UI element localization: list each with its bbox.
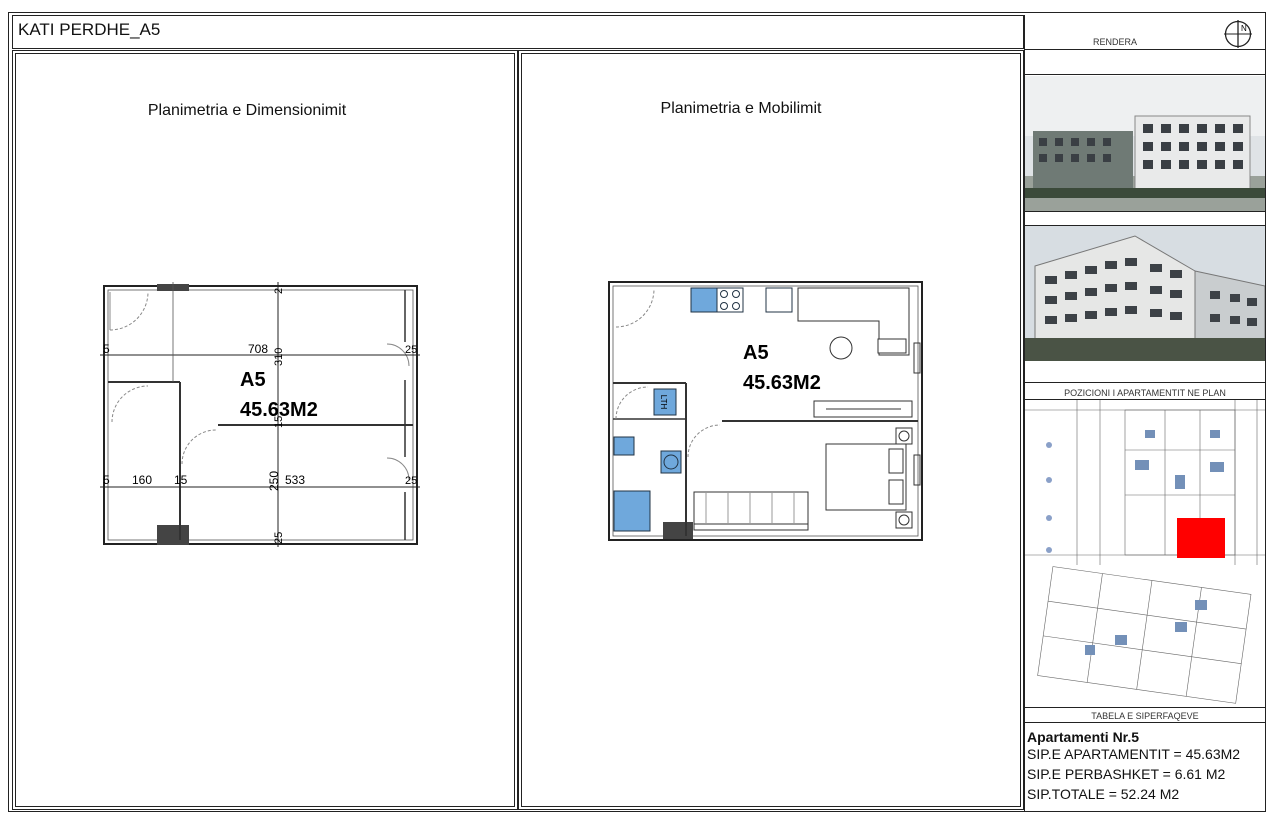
dim-label: 2	[273, 288, 285, 294]
oven	[765, 287, 793, 313]
round-table	[829, 336, 853, 360]
dim-label: 25	[405, 344, 417, 356]
common-area: SIP.E PERBASHKET = 6.61 M2	[1027, 766, 1226, 782]
building-render-2	[1025, 226, 1265, 361]
furniture-floor-plan: LTH A5 45.63M2	[608, 281, 923, 541]
north-label: N	[1241, 24, 1247, 33]
furniture-plan-title: Planimetria e Mobilimit	[660, 100, 822, 117]
dim-label: 250	[267, 471, 281, 491]
table-caption: TABELA E SIPERFAQEVE	[1091, 711, 1199, 721]
dim-label: 310	[273, 348, 285, 366]
column	[663, 522, 693, 539]
position-caption: POZICIONI I APARTAMENTIT NE PLAN	[1064, 388, 1226, 398]
building-render-1	[1025, 76, 1265, 211]
apartment-label: A5	[743, 342, 769, 364]
dimension-floor-plan: 5 708 310 25 15 5 160 15 250 533 25 25 2…	[100, 282, 420, 547]
dim-label: 708	[248, 342, 268, 356]
dim-label: 25	[273, 532, 285, 544]
rendera-caption: RENDERA	[1092, 37, 1137, 47]
dim-label: 160	[132, 473, 152, 487]
area-label: 45.63M2	[240, 399, 318, 421]
total-area: SIP.TOTALE = 52.24 M2	[1027, 786, 1180, 802]
kitchen-sink	[690, 287, 718, 313]
column	[157, 525, 189, 545]
dim-label: 15	[174, 473, 188, 487]
sheet-title: KATI PERDHE_A5	[18, 20, 161, 39]
apartment-number: Apartamenti Nr.5	[1027, 729, 1140, 745]
apartment-label: A5	[240, 369, 266, 391]
apartment-area: SIP.E APARTAMENTIT = 45.63M2	[1027, 746, 1241, 762]
dim-label: 533	[285, 473, 305, 487]
sidebar-divider	[1024, 49, 1266, 50]
fixture-label: LTH	[659, 395, 668, 410]
dim-label: 5	[103, 473, 110, 487]
shower-tray	[613, 490, 651, 532]
apartment-highlight	[1177, 518, 1225, 558]
dim-label: 5	[103, 342, 110, 356]
area-label: 45.63M2	[743, 372, 821, 394]
north-arrow-icon: N	[1224, 20, 1252, 48]
dimension-plan-title: Planimetria e Dimensionimit	[147, 102, 347, 119]
washbasin	[613, 436, 635, 456]
dim-label: 25	[405, 475, 417, 487]
apartment-position-plan	[1025, 400, 1265, 706]
title-block	[12, 15, 1024, 49]
